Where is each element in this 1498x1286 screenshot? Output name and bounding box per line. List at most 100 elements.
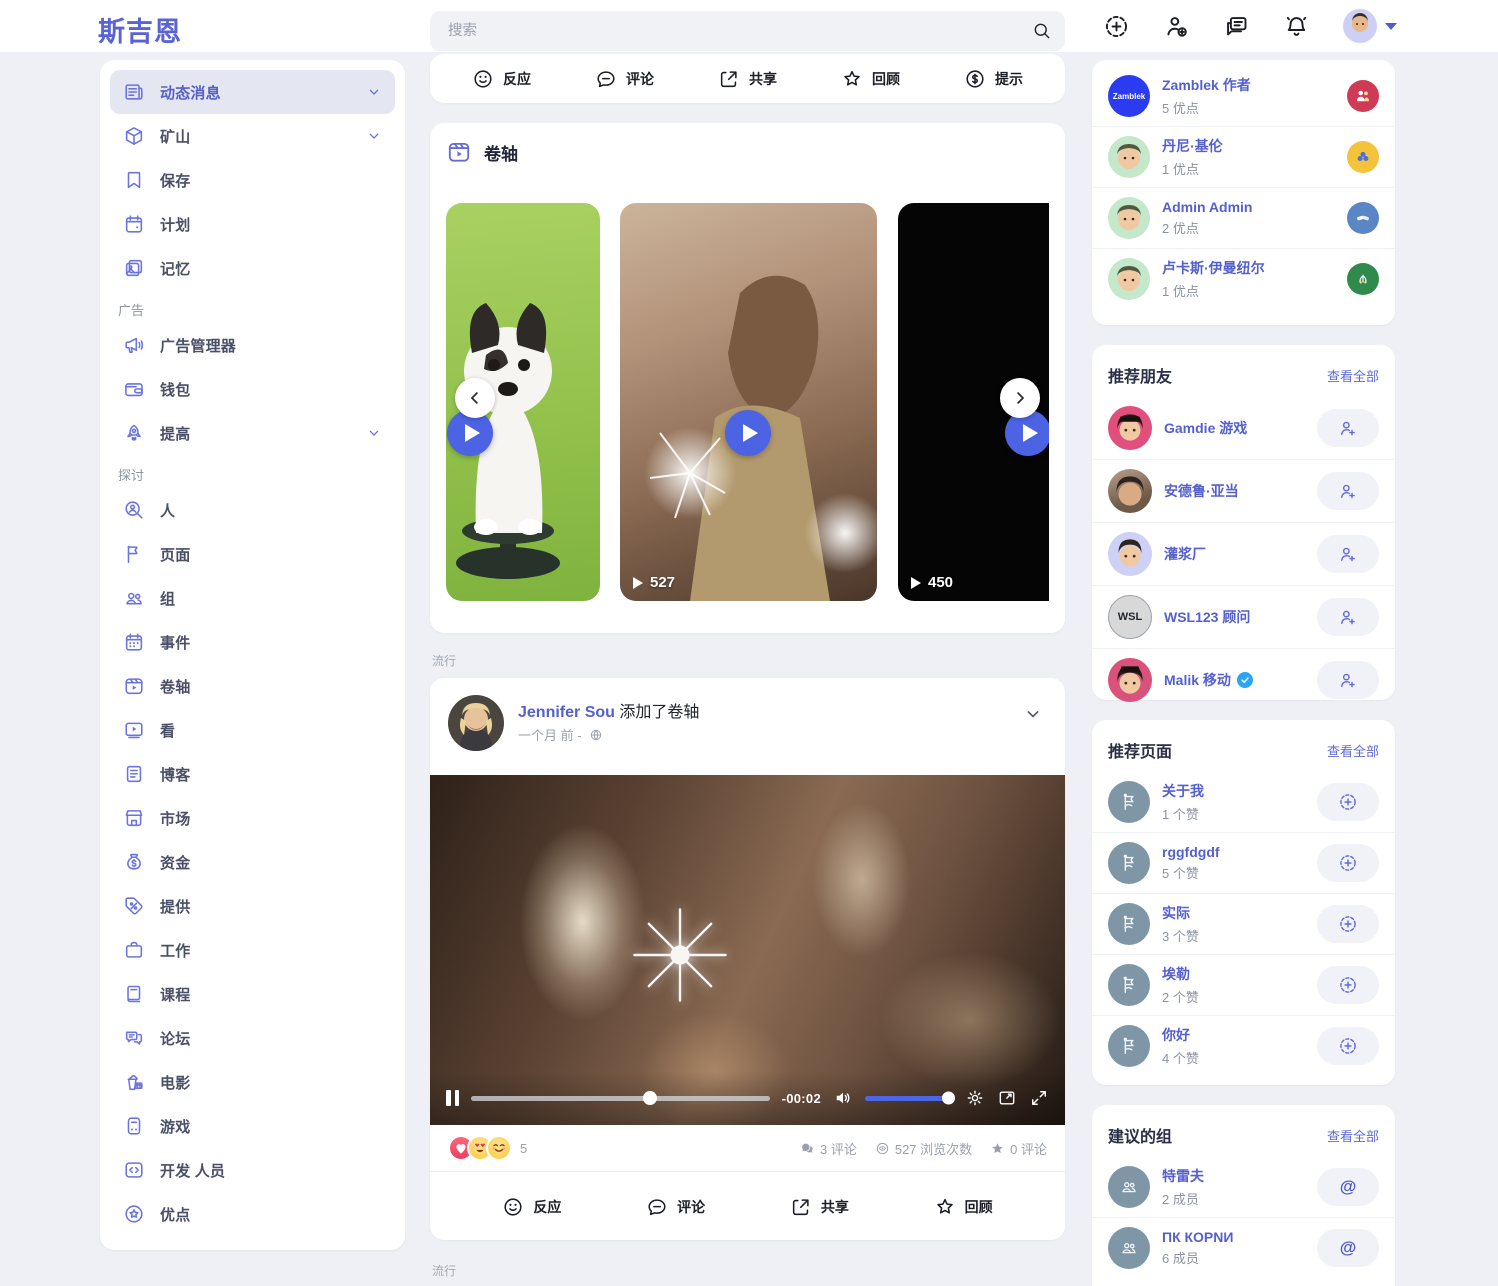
sidebar-item-watch[interactable]: 看 (110, 708, 395, 752)
like-page-button[interactable] (1317, 1027, 1379, 1065)
sidebar-item-games[interactable]: 游戏 (110, 1104, 395, 1148)
react-button[interactable]: 反应 (502, 1196, 561, 1218)
sidebar-item-developers[interactable]: 开发 人员 (110, 1148, 395, 1192)
user-name[interactable]: Gamdie 游戏 (1164, 418, 1305, 438)
like-page-button[interactable] (1317, 783, 1379, 821)
page-row[interactable]: 埃勒2 个赞 (1092, 955, 1395, 1016)
sidebar-item-courses[interactable]: 课程 (110, 972, 395, 1016)
post-author-name[interactable]: Jennifer Sou (518, 704, 615, 721)
search-input[interactable] (430, 11, 1065, 51)
friend-row[interactable]: 安德鲁·亚当 (1092, 460, 1395, 523)
sidebar-item-people[interactable]: 人 (110, 488, 395, 532)
sidebar-item-forums[interactable]: 论坛 (110, 1016, 395, 1060)
points-user-row[interactable]: Zamblek Zamblek 作者5 优点 (1092, 66, 1395, 127)
share-button[interactable]: 共享 (718, 68, 777, 90)
pip-icon[interactable] (997, 1088, 1017, 1108)
sidebar-item-jobs[interactable]: 工作 (110, 928, 395, 972)
settings-icon[interactable] (965, 1088, 985, 1108)
user-name[interactable]: 卢卡斯·伊曼纽尔 (1162, 258, 1335, 278)
friend-requests-button[interactable] (1163, 13, 1190, 40)
sidebar-item-blog[interactable]: 博客 (110, 752, 395, 796)
user-name[interactable]: Admin Admin (1162, 199, 1335, 215)
see-all-link[interactable]: 查看全部 (1327, 741, 1379, 760)
user-name[interactable]: 丹尼·基伦 (1162, 136, 1335, 156)
points-user-row[interactable]: 卢卡斯·伊曼纽尔1 优点 (1092, 249, 1395, 309)
carousel-prev-button[interactable] (455, 378, 495, 418)
sidebar-item-groups[interactable]: 组 (110, 576, 395, 620)
carousel-next-button[interactable] (1000, 378, 1040, 418)
reviews-count[interactable]: 0 评论 (990, 1139, 1047, 1158)
friend-row[interactable]: WSL WSL123 顾问 (1092, 586, 1395, 649)
post-author-avatar[interactable] (448, 695, 504, 751)
sidebar-item-pages[interactable]: 页面 (110, 532, 395, 576)
add-friend-button[interactable] (1317, 661, 1379, 699)
play-button[interactable] (725, 410, 771, 456)
reaction-emojis[interactable]: 5 (448, 1135, 527, 1161)
group-name[interactable]: ПК КОРNИ (1162, 1229, 1305, 1245)
volume-handle[interactable] (942, 1092, 955, 1105)
friend-row[interactable]: 灌浆厂 (1092, 523, 1395, 586)
add-friend-button[interactable] (1317, 535, 1379, 573)
user-name[interactable]: 安德鲁·亚当 (1164, 481, 1305, 501)
sidebar-item-memories[interactable]: 记忆 (110, 246, 395, 290)
search-icon[interactable] (1032, 21, 1052, 41)
sidebar-item-saved[interactable]: 保存 (110, 158, 395, 202)
page-name[interactable]: 关于我 (1162, 781, 1305, 801)
share-button[interactable]: 共享 (790, 1196, 849, 1218)
app-logo[interactable]: 斯吉恩 (98, 10, 182, 49)
comment-button[interactable]: 评论 (646, 1196, 705, 1218)
review-button[interactable]: 回顾 (934, 1196, 993, 1218)
group-row[interactable]: 特雷夫2 成员 @ (1092, 1157, 1395, 1218)
sidebar-item-reels[interactable]: 卷轴 (110, 664, 395, 708)
post-menu-button[interactable] (1023, 704, 1043, 724)
play-button[interactable] (1005, 410, 1049, 456)
points-user-row[interactable]: 丹尼·基伦1 优点 (1092, 127, 1395, 188)
sidebar-item-events[interactable]: 事件 (110, 620, 395, 664)
like-page-button[interactable] (1317, 905, 1379, 943)
pause-button[interactable] (446, 1090, 459, 1106)
see-all-link[interactable]: 查看全部 (1327, 1126, 1379, 1145)
user-name[interactable]: 灌浆厂 (1164, 544, 1305, 564)
tip-button[interactable]: 提示 (964, 68, 1023, 90)
page-name[interactable]: 埃勒 (1162, 964, 1305, 984)
profile-menu[interactable] (1343, 9, 1397, 43)
friend-row[interactable]: Gamdie 游戏 (1092, 397, 1395, 460)
sidebar-item-boost[interactable]: 提高 (110, 411, 395, 455)
sidebar-item-funding[interactable]: 资金 (110, 840, 395, 884)
see-all-link[interactable]: 查看全部 (1327, 366, 1379, 385)
reel-thumbnail[interactable]: 527 (620, 203, 877, 601)
friend-row[interactable]: Malik 移动 (1092, 649, 1395, 711)
sidebar-item-ads-manager[interactable]: 广告管理器 (110, 323, 395, 367)
sidebar-item-points[interactable]: 优点 (110, 1192, 395, 1236)
user-name[interactable]: Malik 移动 (1164, 670, 1305, 690)
like-page-button[interactable] (1317, 844, 1379, 882)
page-name[interactable]: 实际 (1162, 903, 1305, 923)
page-row[interactable]: rggfdgdf5 个赞 (1092, 833, 1395, 894)
join-group-button[interactable]: @ (1317, 1229, 1379, 1267)
user-name[interactable]: Zamblek 作者 (1162, 75, 1335, 95)
sidebar-item-plans[interactable]: 计划 (110, 202, 395, 246)
review-button[interactable]: 回顾 (841, 68, 900, 90)
fullscreen-icon[interactable] (1029, 1088, 1049, 1108)
seek-bar[interactable] (471, 1096, 770, 1101)
sidebar-item-newsfeed[interactable]: 动态消息 (110, 70, 395, 114)
user-name[interactable]: WSL123 顾问 (1164, 607, 1305, 627)
join-group-button[interactable]: @ (1317, 1168, 1379, 1206)
page-row[interactable]: 实际3 个赞 (1092, 894, 1395, 955)
react-button[interactable]: 反应 (472, 68, 531, 90)
sidebar-item-movies[interactable]: 电影 (110, 1060, 395, 1104)
video-player[interactable]: -00:02 (430, 775, 1065, 1125)
like-page-button[interactable] (1317, 966, 1379, 1004)
create-post-button[interactable] (1103, 13, 1130, 40)
page-name[interactable]: rggfdgdf (1162, 844, 1305, 860)
points-user-row[interactable]: Admin Admin2 优点 (1092, 188, 1395, 249)
group-row[interactable]: ПК КОРNИ6 成员 @ (1092, 1218, 1395, 1278)
add-friend-button[interactable] (1317, 598, 1379, 636)
notifications-button[interactable] (1283, 13, 1310, 40)
sidebar-item-mine[interactable]: 矿山 (110, 114, 395, 158)
comments-count[interactable]: 3 评论 (800, 1139, 857, 1158)
sidebar-item-wallet[interactable]: 钱包 (110, 367, 395, 411)
add-friend-button[interactable] (1317, 409, 1379, 447)
messages-button[interactable] (1223, 13, 1250, 40)
page-name[interactable]: 你好 (1162, 1025, 1305, 1045)
